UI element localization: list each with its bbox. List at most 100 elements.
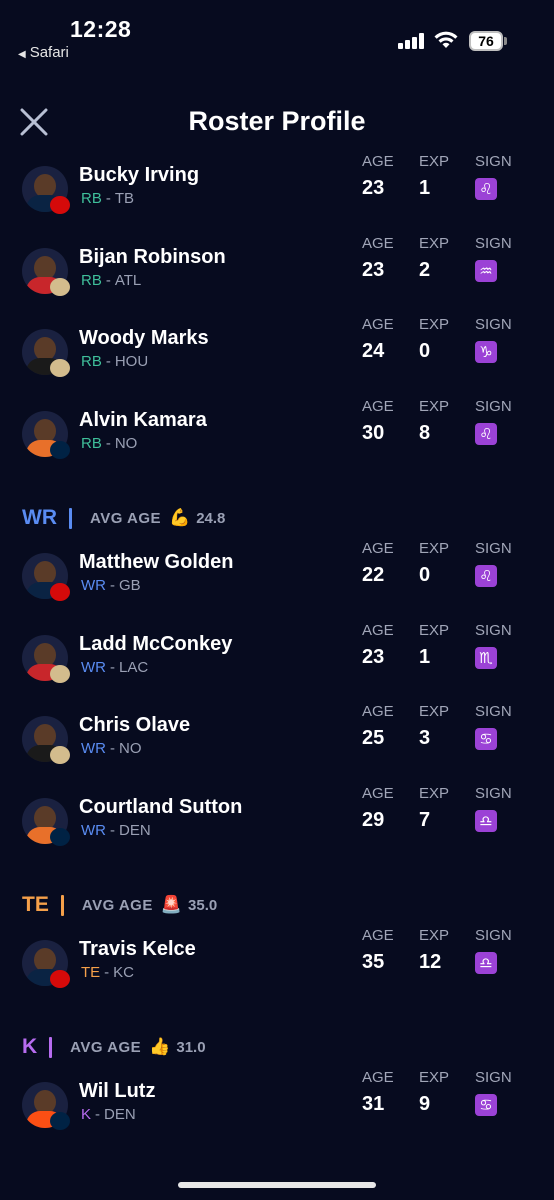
player-position-team: K - DEN	[81, 1106, 136, 1123]
player-position-team: WR - GB	[81, 577, 141, 594]
age-value: 23	[362, 258, 385, 281]
exp-label: EXP	[419, 398, 450, 416]
te-section-header: TE AVG AGE 🚨 35.0	[22, 890, 217, 920]
back-triangle-icon: ◀	[18, 49, 26, 60]
separator: -	[105, 190, 111, 207]
separator: -	[105, 435, 111, 453]
age-value: 24	[362, 340, 385, 363]
player-position-team: WR - DEN	[81, 822, 151, 839]
player-row[interactable]: Travis Kelce TE - KC AGE EXP SIGN 35 12 ♎	[0, 927, 554, 1014]
exp-value: 1	[419, 645, 431, 668]
battery-icon: 76	[469, 31, 503, 51]
wifi-icon	[434, 31, 458, 48]
player-team: ATL	[114, 271, 142, 289]
exp-label: EXP	[419, 703, 450, 721]
player-position: TE	[81, 964, 101, 981]
sign-label: SIGN	[475, 927, 512, 944]
age-value: 31	[362, 1093, 385, 1115]
team-logo-icon	[50, 970, 70, 988]
player-team: KC	[113, 964, 135, 981]
player-position: K	[81, 1106, 92, 1123]
age-label: AGE	[362, 153, 394, 170]
exp-value: 8	[419, 422, 431, 445]
exp-label: EXP	[419, 785, 450, 803]
team-logo-icon	[50, 359, 70, 378]
player-team: LAC	[119, 658, 149, 676]
k-section-header: K AVG AGE 👍 31.0	[22, 1032, 206, 1062]
exp-label: EXP	[419, 1069, 450, 1086]
back-to-app-link[interactable]: ◀ Safari	[18, 44, 69, 61]
player-name: Bucky Irving	[79, 164, 200, 186]
page-title: Roster Profile	[188, 106, 366, 136]
player-position: WR	[81, 658, 106, 676]
player-position-team: RB - NO	[81, 435, 137, 452]
leo-icon: ♌	[475, 423, 497, 446]
section-avg-value: 35.0	[188, 896, 218, 914]
team-logo-icon	[50, 828, 70, 847]
player-team: HOU	[114, 353, 149, 371]
libra-icon: ♎	[475, 952, 497, 974]
player-name: Bijan Robinson	[79, 245, 226, 268]
player-position: RB	[81, 353, 102, 371]
libra-icon: ♎	[475, 810, 497, 833]
age-label: AGE	[362, 1069, 394, 1086]
player-position: WR	[81, 577, 106, 594]
age-label: AGE	[362, 540, 394, 557]
team-logo-icon	[50, 746, 70, 765]
exp-value: 0	[419, 340, 431, 363]
sign-label: SIGN	[475, 703, 512, 721]
player-position-team: RB - HOU	[81, 353, 148, 370]
player-team: NO	[114, 435, 138, 453]
separator: -	[110, 822, 115, 840]
section-avg-label: AVG AGE	[70, 1038, 142, 1056]
home-indicator[interactable]	[178, 1182, 376, 1188]
player-team: NO	[119, 740, 142, 758]
status-bar: 12:28 ◀ Safari 76	[0, 0, 554, 70]
age-label: AGE	[362, 927, 394, 944]
sign-label: SIGN	[475, 316, 512, 334]
wr-section-header: WR AVG AGE 💪 24.8	[22, 503, 225, 533]
player-row[interactable]: Ladd McConkey WR - LAC AGE EXP SIGN 23 1 ♏	[0, 622, 554, 709]
separator: -	[110, 740, 115, 758]
team-logo-icon	[50, 664, 70, 683]
status-time: 12:28	[70, 16, 132, 42]
sign-label: SIGN	[475, 785, 512, 803]
age-label: AGE	[362, 234, 394, 252]
player-row[interactable]: Wil Lutz K - DEN AGE EXP SIGN 31 9 ♋	[0, 1069, 554, 1156]
thumbs-up-icon: 👍	[149, 1037, 171, 1057]
sign-label: SIGN	[475, 540, 512, 557]
player-row[interactable]: Bijan Robinson RB - ATL AGE EXP SIGN 23 2 ♒	[0, 235, 554, 322]
section-avg-label: AVG AGE	[81, 896, 153, 914]
player-row[interactable]: Matthew Golden WR - GB AGE EXP SIGN 22 0 ♌	[0, 540, 554, 627]
exp-label: EXP	[419, 621, 450, 639]
back-app-label: Safari	[29, 44, 69, 61]
flexed-bicep-icon: 💪	[169, 508, 191, 528]
exp-value: 12	[419, 951, 442, 973]
section-position: WR	[22, 506, 57, 529]
player-position: RB	[81, 435, 102, 453]
exp-label: EXP	[419, 927, 450, 944]
player-name: Travis Kelce	[79, 938, 196, 960]
exp-label: EXP	[419, 153, 450, 170]
player-row[interactable]: Chris Olave WR - NO AGE EXP SIGN 25 3 ♋	[0, 703, 554, 790]
player-name: Ladd McConkey	[79, 632, 233, 655]
separator: -	[105, 353, 111, 371]
team-logo-icon	[50, 441, 70, 460]
age-label: AGE	[362, 703, 394, 721]
exp-value: 9	[419, 1093, 431, 1115]
exp-value: 0	[419, 564, 431, 586]
age-value: 35	[362, 951, 385, 973]
player-team: DEN	[119, 822, 151, 840]
sign-label: SIGN	[475, 234, 512, 252]
player-row[interactable]: Woody Marks RB - HOU AGE EXP SIGN 24 0 ♑	[0, 316, 554, 403]
team-logo-icon	[50, 1112, 70, 1130]
sign-label: SIGN	[475, 153, 512, 170]
player-row[interactable]: Alvin Kamara RB - NO AGE EXP SIGN 30 8 ♌	[0, 398, 554, 485]
siren-icon: 🚨	[160, 895, 183, 915]
team-logo-icon	[50, 196, 70, 214]
player-row[interactable]: Bucky Irving RB - TB AGE EXP SIGN 23 1 ♌	[0, 153, 554, 240]
exp-value: 2	[419, 258, 431, 281]
capricorn-icon: ♑	[475, 341, 497, 364]
age-label: AGE	[362, 621, 394, 639]
player-row[interactable]: Courtland Sutton WR - DEN AGE EXP SIGN 29 7 ♎	[0, 785, 554, 872]
